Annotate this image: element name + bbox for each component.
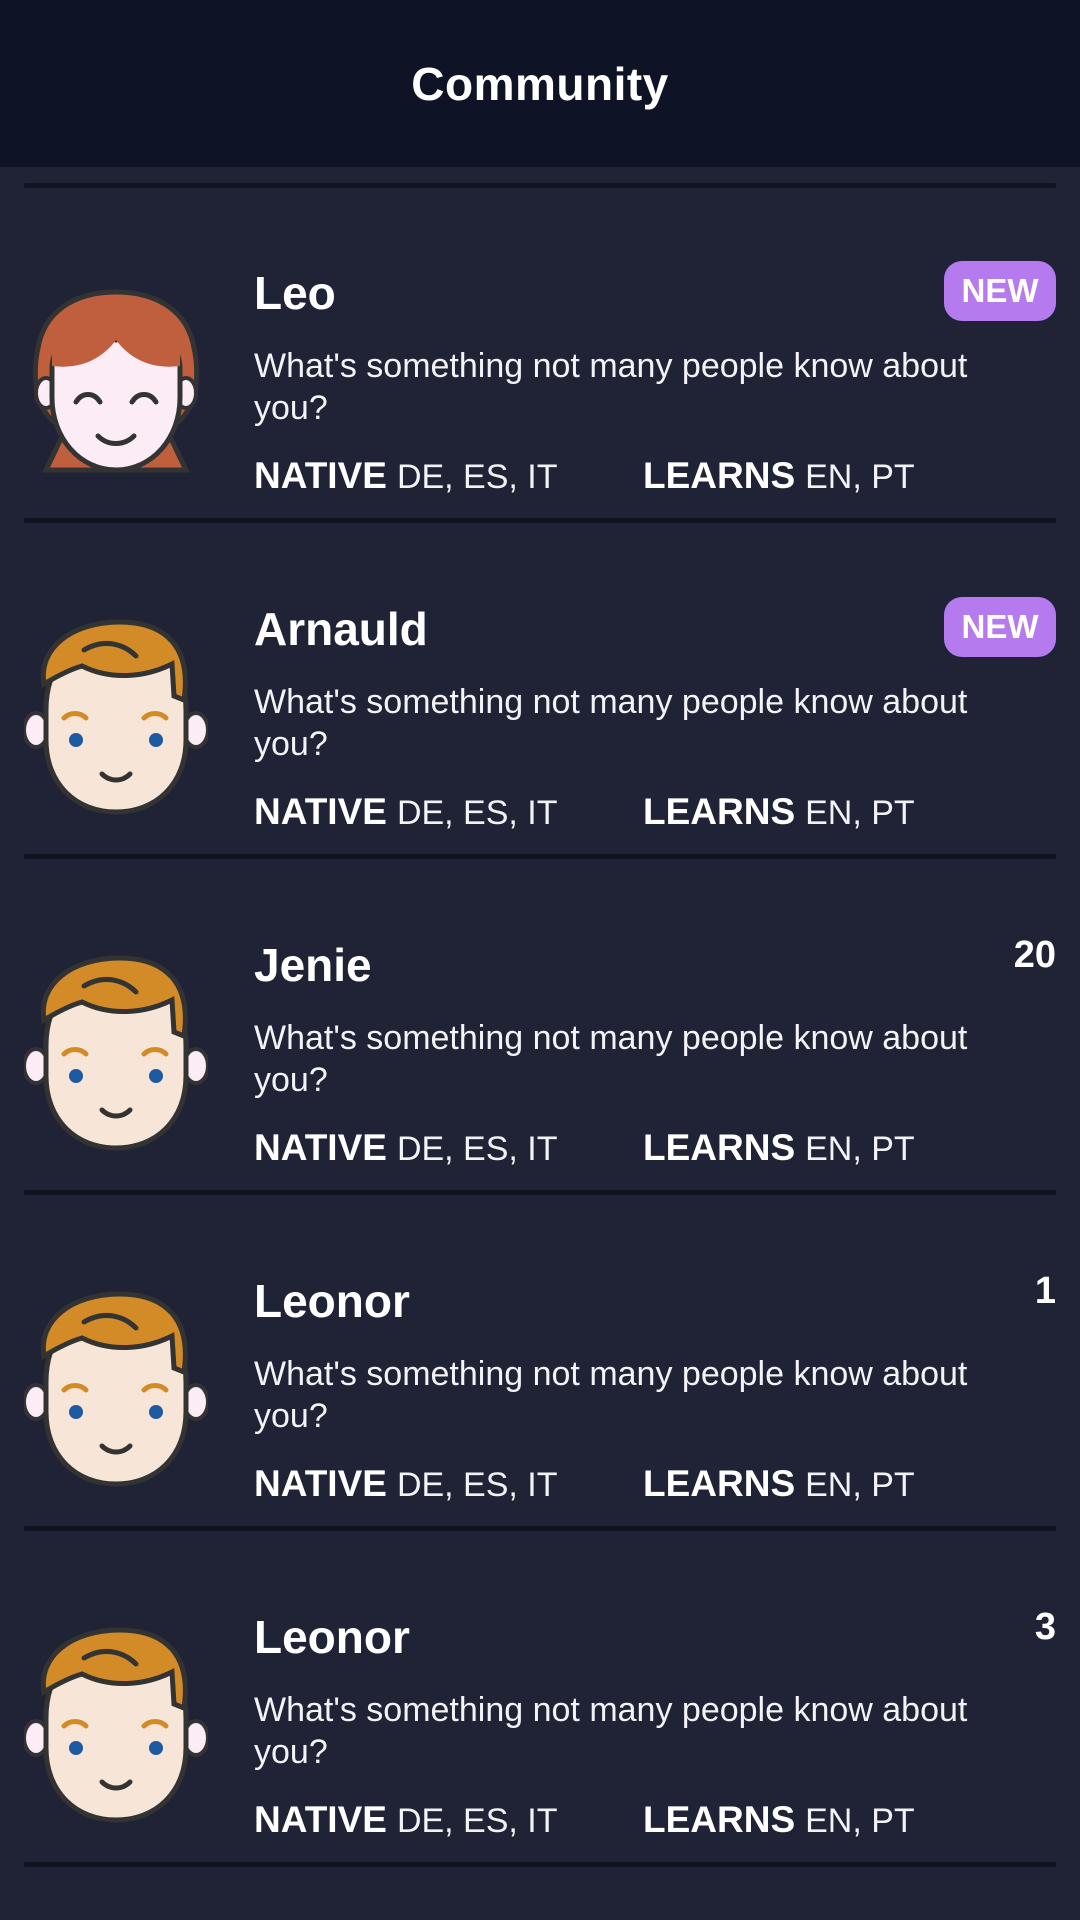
learning-languages: LEARNS EN, PT [643, 1799, 915, 1841]
native-languages: NATIVE DE, ES, IT [254, 1799, 558, 1841]
learns-label: LEARNS [643, 455, 796, 496]
row-divider [24, 854, 1056, 859]
new-badge: NEW [944, 597, 1056, 657]
message-count: 1 [1034, 1270, 1056, 1312]
native-label: NATIVE [254, 455, 387, 496]
learns-label: LEARNS [643, 1463, 796, 1504]
native-languages: NATIVE DE, ES, IT [254, 1127, 558, 1169]
learns-value: EN, PT [805, 1130, 915, 1168]
native-label: NATIVE [254, 791, 387, 832]
user-row[interactable]: Arnauld NEW What's something not many pe… [0, 524, 1080, 860]
learns-value: EN, PT [805, 458, 915, 496]
native-label: NATIVE [254, 1463, 387, 1504]
learns-value: EN, PT [805, 794, 915, 832]
app-header: Community [0, 0, 1080, 167]
user-name: Leonor [254, 1275, 410, 1327]
native-languages: NATIVE DE, ES, IT [254, 455, 558, 497]
native-label: NATIVE [254, 1799, 387, 1840]
male-avatar-icon [22, 1286, 210, 1490]
user-name: Leo [254, 267, 336, 319]
user-message: What's something not many people know ab… [254, 683, 968, 763]
user-row[interactable]: Leonor 3 What's something not many peopl… [0, 1532, 1080, 1868]
message-count: 3 [1034, 1606, 1056, 1648]
native-value: DE, ES, IT [396, 1802, 558, 1840]
female-avatar-icon [24, 278, 208, 482]
native-languages: NATIVE DE, ES, IT [254, 1463, 558, 1505]
language-info: NATIVE DE, ES, IT LEARNS EN, PT [254, 1127, 1054, 1175]
native-value: DE, ES, IT [396, 794, 558, 832]
page-title: Community [411, 57, 669, 110]
native-label: NATIVE [254, 1127, 387, 1168]
language-info: NATIVE DE, ES, IT LEARNS EN, PT [254, 791, 1054, 839]
language-info: NATIVE DE, ES, IT LEARNS EN, PT [254, 1463, 1054, 1511]
learning-languages: LEARNS EN, PT [643, 791, 915, 833]
user-name: Leonor [254, 1611, 410, 1663]
native-value: DE, ES, IT [396, 1130, 558, 1168]
male-avatar-icon [22, 614, 210, 818]
row-divider [24, 1862, 1056, 1867]
learns-label: LEARNS [643, 1799, 796, 1840]
learns-label: LEARNS [643, 1127, 796, 1168]
new-badge: NEW [944, 261, 1056, 321]
user-row[interactable]: Leo NEW What's something not many people… [0, 188, 1080, 524]
row-divider [24, 518, 1056, 523]
learns-value: EN, PT [805, 1466, 915, 1504]
native-value: DE, ES, IT [396, 1466, 558, 1504]
learning-languages: LEARNS EN, PT [643, 1463, 915, 1505]
male-avatar-icon [22, 950, 210, 1154]
learning-languages: LEARNS EN, PT [643, 1127, 915, 1169]
native-languages: NATIVE DE, ES, IT [254, 791, 558, 833]
user-message: What's something not many people know ab… [254, 1019, 968, 1099]
user-name: Arnauld [254, 603, 428, 655]
language-info: NATIVE DE, ES, IT LEARNS EN, PT [254, 1799, 1054, 1847]
user-message: What's something not many people know ab… [254, 347, 968, 427]
user-message: What's something not many people know ab… [254, 1691, 968, 1771]
male-avatar-icon [22, 1622, 210, 1826]
learns-value: EN, PT [805, 1802, 915, 1840]
message-count: 20 [1013, 934, 1056, 976]
learns-label: LEARNS [643, 791, 796, 832]
native-value: DE, ES, IT [396, 458, 558, 496]
language-info: NATIVE DE, ES, IT LEARNS EN, PT [254, 455, 1054, 503]
row-divider [24, 1526, 1056, 1531]
user-name: Jenie [254, 939, 372, 991]
user-row[interactable]: Leonor 1 What's something not many peopl… [0, 1196, 1080, 1532]
user-message: What's something not many people know ab… [254, 1355, 968, 1435]
user-row[interactable]: Jenie 20 What's something not many peopl… [0, 860, 1080, 1196]
learning-languages: LEARNS EN, PT [643, 455, 915, 497]
row-divider [24, 1190, 1056, 1195]
